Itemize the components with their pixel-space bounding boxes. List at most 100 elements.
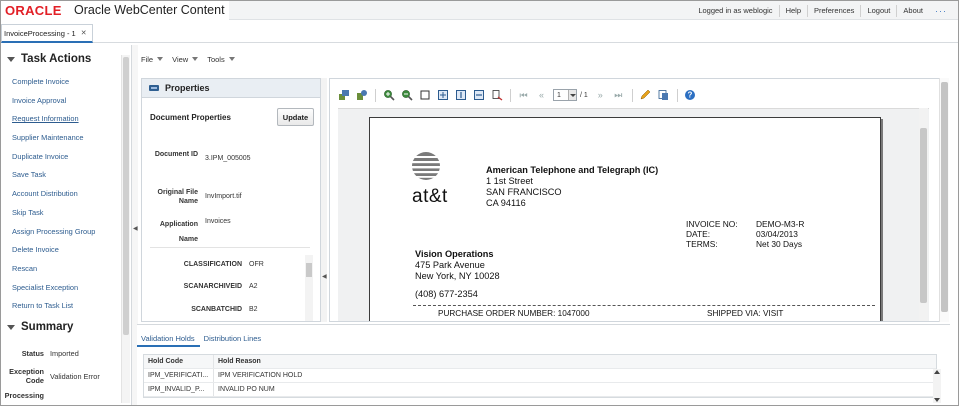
preferences-link[interactable]: Preferences [808,6,860,15]
menu-view-label: View [172,54,189,64]
logout-link[interactable]: Logout [861,6,896,15]
task-specialist-exception[interactable]: Specialist Exception [12,279,120,298]
hold-reason-cell: INVALID PO NUM [218,386,275,393]
first-page-icon[interactable]: ⏮ [517,89,530,102]
scanbatchid-value: B2 [249,306,258,313]
about-link[interactable]: About [897,6,929,15]
summary-header[interactable]: Summary [7,321,73,333]
menu-view[interactable]: View [172,52,199,66]
company-name: American Telephone and Telegraph (IC) [486,165,659,175]
viewer-scrollbar[interactable] [919,108,928,321]
task-save-task[interactable]: Save Task [12,166,120,185]
rotate-icon[interactable] [490,89,503,102]
pencil-icon[interactable] [639,89,652,102]
task-duplicate-invoice[interactable]: Duplicate Invoice [12,148,120,167]
page-number-select[interactable]: 1 [553,89,577,101]
menu-tools-label: Tools [207,54,225,64]
update-button[interactable]: Update [277,108,314,126]
menu-file-label: File [141,54,154,64]
scrollbar-thumb[interactable] [941,82,948,312]
more-options-icon[interactable]: ··· [929,6,953,16]
chevron-down-icon [192,57,199,61]
task-actions-header[interactable]: Task Actions [7,53,91,65]
table-header-row: Hold Code Hold Reason [144,355,936,369]
menu-file[interactable]: File [141,52,164,66]
document-properties-title: Document Properties [150,113,231,122]
next-page-icon[interactable]: » [594,89,607,102]
previous-page-icon[interactable]: « [535,89,548,102]
invoice-terms-value: Net 30 Days [756,239,803,249]
properties-header[interactable]: Properties [142,79,320,98]
dashed-divider [413,305,875,306]
tab-strip: InvoiceProcessing - 1 ✕ [1,21,958,43]
main-scrollbar[interactable] [939,78,949,322]
column-header-hold-reason[interactable]: Hold Reason [214,358,261,365]
fit-height-icon[interactable] [454,89,467,102]
task-request-information[interactable]: Request Information [12,110,120,129]
task-complete-invoice[interactable]: Complete Invoice [12,73,120,92]
table-row[interactable]: IPM_INVALID_P... INVALID PO NUM [144,383,936,397]
chevron-down-icon[interactable] [568,90,576,100]
svg-text:?: ? [688,91,693,100]
properties-icon [149,85,159,91]
menu-bar: File View Tools [141,52,244,66]
close-icon[interactable]: ✕ [81,29,87,37]
task-return-to-task-list[interactable]: Return to Task List [12,297,120,316]
middle-splitter[interactable]: ◀ [321,78,327,322]
separator [510,88,511,102]
document-id-value: 3.IPM_005005 [205,155,251,162]
properties-scrollbar[interactable] [305,255,313,321]
tab-distribution-lines[interactable]: Distribution Lines [200,329,267,347]
task-actions-list: Complete Invoice Invoice Approval Reques… [12,73,120,316]
table-scrollbar[interactable] [933,369,941,403]
task-delete-invoice[interactable]: Delete Invoice [12,241,120,260]
fit-width-icon[interactable] [472,89,485,102]
column-header-hold-code[interactable]: Hold Code [144,355,214,368]
scroll-down-icon[interactable] [934,398,940,402]
collapse-triangle-icon[interactable] [7,324,15,330]
task-supplier-maintenance[interactable]: Supplier Maintenance [12,129,120,148]
properties-panel: Properties Document Properties Update Do… [141,78,321,322]
menu-tools[interactable]: Tools [207,52,235,66]
hold-code-cell: IPM_VERIFICATI... [144,369,214,382]
fit-page-icon[interactable] [436,89,449,102]
collapse-triangle-icon[interactable] [7,56,15,62]
task-assign-processing-group[interactable]: Assign Processing Group [12,223,120,242]
summary-status-row: Status Imported [1,349,121,358]
task-skip-task[interactable]: Skip Task [12,204,120,223]
att-wordmark: at&t [412,186,448,207]
help-icon[interactable]: ? [684,89,697,102]
properties-title: Properties [165,83,210,93]
document-canvas[interactable]: at&t American Telephone and Telegraph (I… [338,108,929,321]
table-row[interactable]: IPM_VERIFICATI... IPM VERIFICATION HOLD [144,369,936,383]
scrollbar-thumb[interactable] [123,57,129,335]
product-name: Oracle WebCenter Content [74,3,225,17]
status-label: Status [21,349,44,358]
scrollbar-thumb[interactable] [306,263,312,277]
annotation-icon[interactable] [337,89,350,102]
annotation-properties-icon[interactable] [355,89,368,102]
document-id-label: Document ID [154,151,198,158]
help-link[interactable]: Help [780,6,807,15]
collapse-left-icon[interactable]: ◀ [133,225,138,232]
task-invoice-approval[interactable]: Invoice Approval [12,92,120,111]
scrollbar-thumb[interactable] [920,128,927,303]
actual-size-icon[interactable] [418,89,431,102]
processing-label: Processing [4,391,44,400]
print-icon[interactable] [657,89,670,102]
tab-invoice-processing[interactable]: InvoiceProcessing - 1 ✕ [1,24,93,43]
task-rescan[interactable]: Rescan [12,260,120,279]
task-account-distribution[interactable]: Account Distribution [12,185,120,204]
phone-number: (408) 677-2354 [415,289,478,299]
last-page-icon[interactable]: ⏭ [612,89,625,102]
separator [676,88,678,102]
divider [150,247,310,248]
company-state-zip: CA 94116 [486,198,526,208]
zoom-in-icon[interactable] [382,89,395,102]
zoom-out-icon[interactable] [400,89,413,102]
original-file-label: Original File Name [157,189,198,205]
tab-validation-holds[interactable]: Validation Holds [137,329,200,347]
collapse-left-icon[interactable]: ◀ [322,273,327,280]
scroll-up-icon[interactable] [934,370,940,374]
left-pane-scrollbar[interactable] [121,55,130,403]
